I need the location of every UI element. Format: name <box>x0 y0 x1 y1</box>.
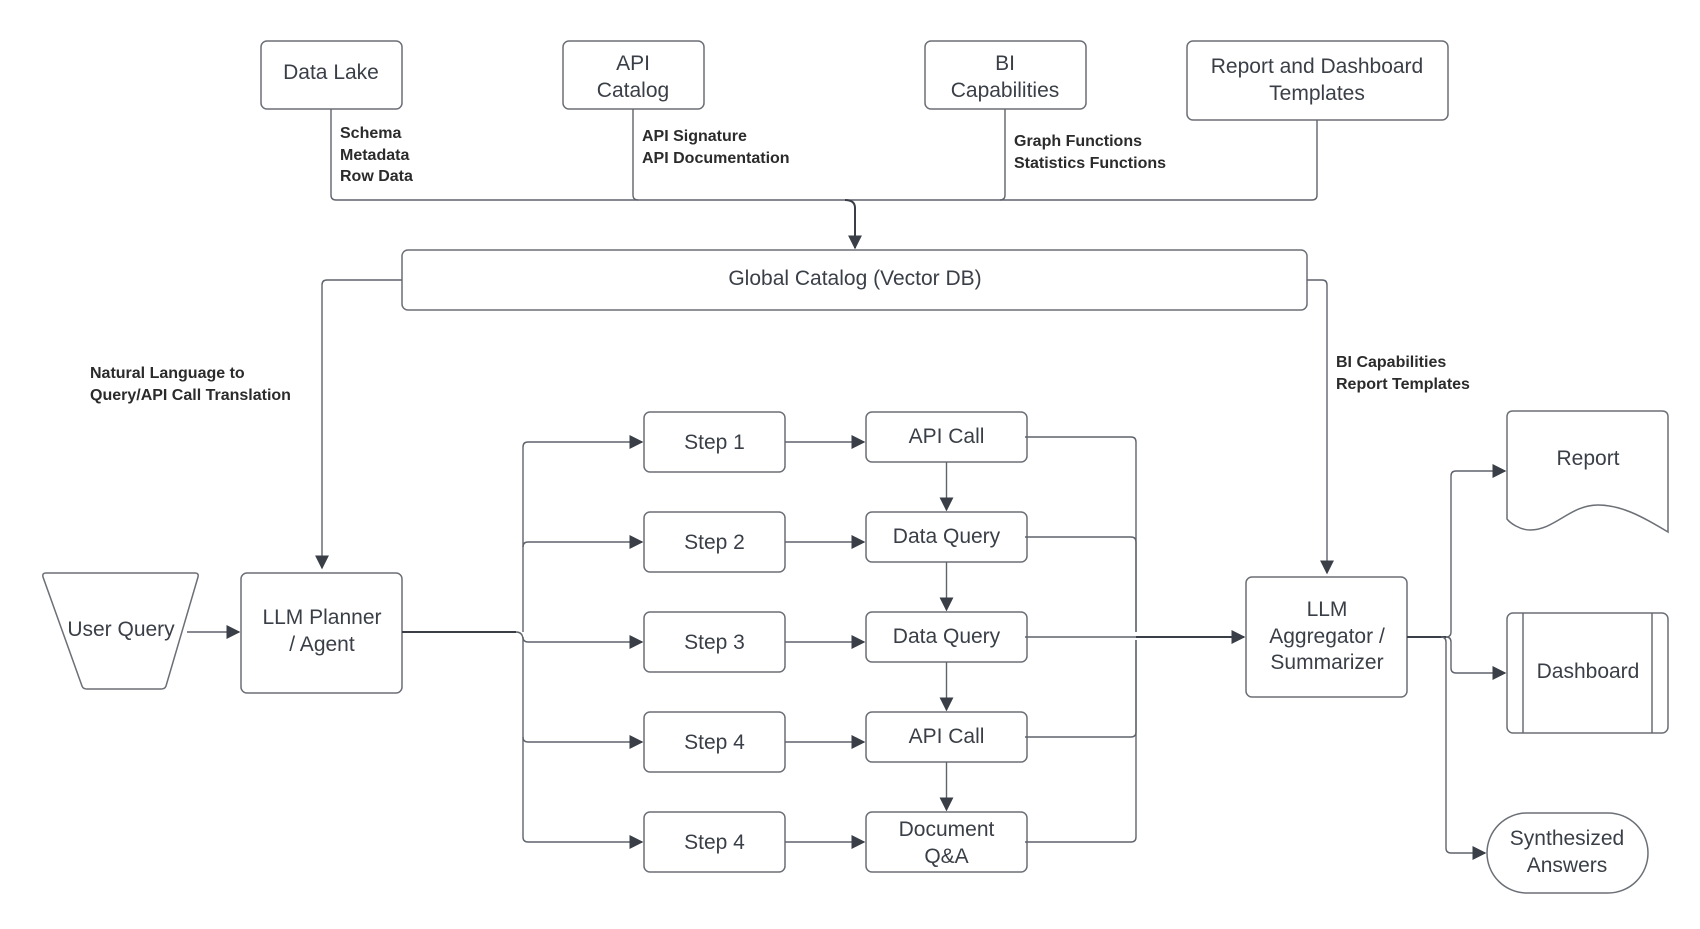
step-node[interactable]: Step 4 <box>643 811 786 873</box>
action-label: Data Query <box>893 525 1001 548</box>
dashboard-output[interactable]: Dashboard <box>1506 612 1669 734</box>
step-label: Step 4 <box>684 731 745 754</box>
source-api-catalog[interactable]: API Catalog <box>562 40 705 110</box>
step-label: Step 4 <box>684 831 745 854</box>
report-label: Report <box>1556 447 1619 470</box>
action-node[interactable]: Data Query <box>865 511 1028 563</box>
catalog-to-aggregator-connector <box>1307 279 1334 575</box>
action-label: Data Query <box>893 625 1001 648</box>
report-templates-label-line2: Templates <box>1269 82 1365 105</box>
aggregator-label-line2: Aggregator / <box>1269 625 1385 648</box>
step-label: Step 3 <box>684 631 745 654</box>
svg-text:API Documentation: API Documentation <box>642 150 790 167</box>
svg-text:Row Data: Row Data <box>340 168 413 185</box>
planner-to-steps-connector <box>402 435 644 849</box>
action-label-line1: Document <box>899 818 995 841</box>
sources-to-catalog-connector <box>330 109 1318 250</box>
action-label: API Call <box>909 725 985 748</box>
svg-text:Schema: Schema <box>340 125 401 142</box>
architecture-diagram: Data Lake API Catalog BI Capabilities Re… <box>42 40 1669 894</box>
svg-text:BI Capabilities: BI Capabilities <box>1336 354 1446 371</box>
planner-label-line2: / Agent <box>289 633 355 656</box>
svg-text:Statistics Functions: Statistics Functions <box>1014 155 1166 172</box>
api-catalog-label-line1: API <box>616 52 650 75</box>
synthesized-answers-output[interactable]: Synthesized Answers <box>1486 812 1649 894</box>
user-query-node[interactable]: User Query <box>42 572 199 690</box>
user-query-label: User Query <box>67 618 175 641</box>
aggregator-label-line1: LLM <box>1307 598 1348 621</box>
aggregator-to-outputs-connector <box>1407 464 1507 860</box>
step-label: Step 1 <box>684 431 745 454</box>
bi-capabilities-label-line2: Capabilities <box>951 79 1060 102</box>
report-output[interactable]: Report <box>1506 410 1669 534</box>
synthesized-label-line1: Synthesized <box>1510 827 1624 850</box>
dashboard-label: Dashboard <box>1537 660 1640 683</box>
step-node[interactable]: Step 2 <box>643 511 786 573</box>
source-data-lake[interactable]: Data Lake <box>260 40 403 110</box>
api-catalog-annotation: API Signature API Documentation <box>642 128 790 167</box>
global-catalog-label: Global Catalog (Vector DB) <box>728 267 981 290</box>
svg-text:Query/API Call Translation: Query/API Call Translation <box>90 387 291 404</box>
step-node[interactable]: Step 1 <box>643 411 786 473</box>
action-node[interactable]: API Call <box>865 711 1028 763</box>
planner-label-line1: LLM Planner <box>262 606 381 629</box>
report-templates-label-line1: Report and Dashboard <box>1211 55 1423 78</box>
source-report-templates[interactable]: Report and Dashboard Templates <box>1186 40 1449 121</box>
source-bi-capabilities[interactable]: BI Capabilities <box>924 40 1087 110</box>
step-label: Step 2 <box>684 531 745 554</box>
actions-to-aggregator-connector <box>1025 436 1246 843</box>
svg-text:Graph Functions: Graph Functions <box>1014 133 1142 150</box>
bi-report-annotation: BI Capabilities Report Templates <box>1336 354 1470 393</box>
translation-annotation: Natural Language to Query/API Call Trans… <box>90 365 291 404</box>
svg-text:Metadata: Metadata <box>340 147 409 164</box>
action-label: API Call <box>909 425 985 448</box>
svg-text:Natural Language to: Natural Language to <box>90 365 245 382</box>
action-node[interactable]: Data Query <box>865 611 1028 663</box>
catalog-to-planner-connector <box>315 279 402 570</box>
svg-text:API Signature: API Signature <box>642 128 747 145</box>
action-node[interactable]: Document Q&A <box>865 811 1028 873</box>
llm-planner-node[interactable]: LLM Planner / Agent <box>240 572 403 694</box>
aggregator-label-line3: Summarizer <box>1270 651 1383 674</box>
action-label-line2: Q&A <box>924 845 968 868</box>
global-catalog[interactable]: Global Catalog (Vector DB) <box>401 249 1308 311</box>
bi-capabilities-annotation: Graph Functions Statistics Functions <box>1014 133 1166 172</box>
action-node[interactable]: API Call <box>865 411 1028 463</box>
data-lake-annotation: Schema Metadata Row Data <box>340 125 413 185</box>
llm-aggregator-node[interactable]: LLM Aggregator / Summarizer <box>1245 576 1408 698</box>
synthesized-label-line2: Answers <box>1527 854 1608 877</box>
svg-text:Report Templates: Report Templates <box>1336 376 1470 393</box>
step-node[interactable]: Step 4 <box>643 711 786 773</box>
api-catalog-label-line2: Catalog <box>597 79 669 102</box>
step-node[interactable]: Step 3 <box>643 611 786 673</box>
data-lake-label: Data Lake <box>283 61 379 84</box>
bi-capabilities-label-line1: BI <box>995 52 1015 75</box>
